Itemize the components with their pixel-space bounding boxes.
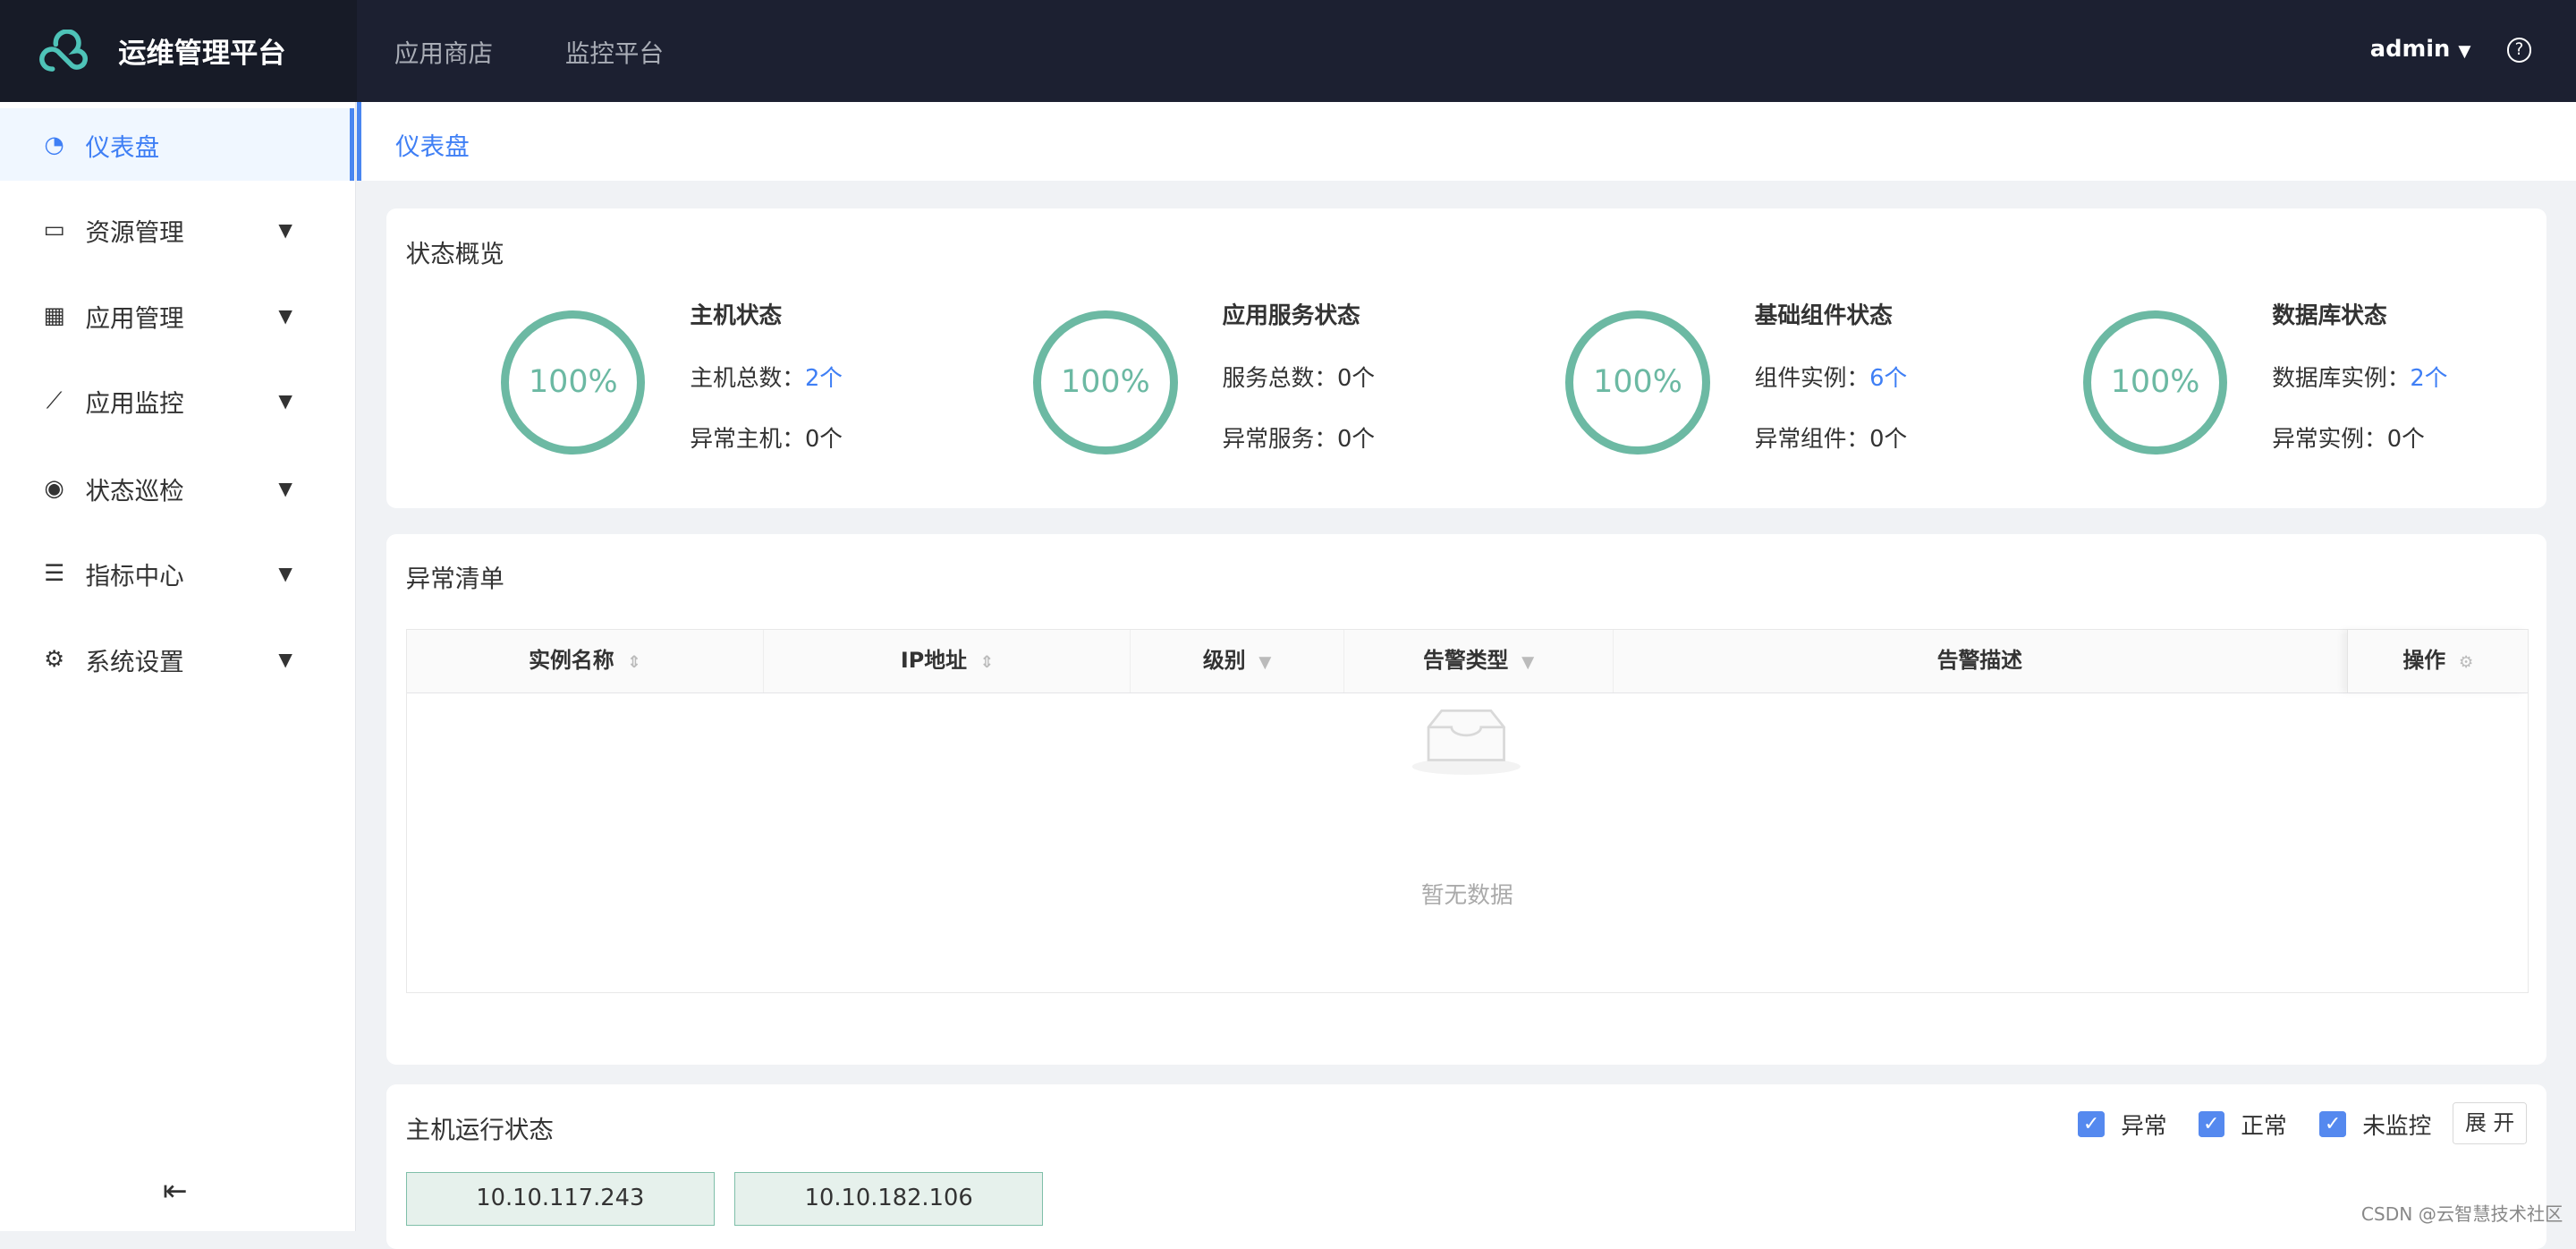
checkbox-checked-icon: ✓ <box>2078 1111 2104 1137</box>
settings-icon[interactable]: ⚙ <box>2459 653 2473 672</box>
status-ring: 100% <box>2083 310 2227 455</box>
card-title: 主机运行状态 <box>406 1109 554 1145</box>
filter-normal-checkbox[interactable]: ✓正常 <box>2199 1108 2287 1141</box>
grid-icon: ▦ <box>41 302 67 329</box>
breadcrumb-dashboard[interactable]: 仪表盘 <box>395 126 470 162</box>
sidebar-item-settings[interactable]: ⚙ 系统设置 ▼ <box>0 623 355 695</box>
empty-inbox-icon <box>1409 704 1524 777</box>
sidebar-item-label: 应用监控 <box>85 383 183 419</box>
caret-down-icon: ▼ <box>2458 42 2470 61</box>
stat-total: 服务总数：0个 <box>1223 360 1376 393</box>
user-menu[interactable]: admin ▼ <box>2370 36 2471 63</box>
expand-button[interactable]: 展 开 <box>2453 1102 2527 1143</box>
list-icon: ☰ <box>41 560 67 587</box>
caret-down-icon: ▼ <box>278 563 292 584</box>
status-overview-card: 状态概览 100% 主机状态 主机总数：2个 异常主机：0个 100% 应用服务状… <box>386 208 2546 507</box>
stat-total: 组件实例：6个 <box>1755 360 1908 393</box>
status-ring: 100% <box>1565 310 1709 455</box>
top-bar: 运维管理平台 应用商店 监控平台 admin ▼ ? <box>0 0 2576 102</box>
host-ip-tile[interactable]: 10.10.117.243 <box>406 1172 715 1227</box>
username: admin <box>2370 36 2451 63</box>
app-title: 运维管理平台 <box>118 30 285 71</box>
stat-abnormal: 异常实例：0个 <box>2272 421 2425 454</box>
monitor-icon: ▭ <box>41 217 67 243</box>
sidebar-item-label: 指标中心 <box>85 556 183 591</box>
stat-abnormal: 异常服务：0个 <box>1223 421 1376 454</box>
status-ring: 100% <box>1033 310 1177 455</box>
sidebar-item-label: 仪表盘 <box>85 127 159 163</box>
cloud-logo-icon <box>39 30 95 72</box>
stat-abnormal: 异常组件：0个 <box>1755 421 1908 454</box>
nav-monitor-platform[interactable]: 监控平台 <box>565 33 664 69</box>
col-level[interactable]: 级别▼ <box>1131 630 1344 692</box>
eye-icon: ◉ <box>41 475 67 502</box>
chart-icon: ⟋ <box>41 387 67 415</box>
stat-total-value[interactable]: 2个 <box>805 365 843 392</box>
sidebar-item-resources[interactable]: ▭ 资源管理 ▼ <box>0 194 355 267</box>
caret-down-icon: ▼ <box>278 478 292 499</box>
sidebar-item-label: 状态巡检 <box>85 471 183 506</box>
empty-text: 暂无数据 <box>1421 882 1513 909</box>
empty-state: 暂无数据 <box>407 877 2528 910</box>
sidebar-item-label: 应用管理 <box>85 298 183 334</box>
collapse-sidebar-icon[interactable]: ⇤ <box>163 1173 188 1208</box>
filter-icon[interactable]: ▼ <box>1258 653 1271 672</box>
col-instance-name[interactable]: 实例名称⇕ <box>407 630 765 692</box>
col-ip[interactable]: IP地址⇕ <box>765 630 1131 692</box>
status-ring: 100% <box>501 310 645 455</box>
filter-abnormal-checkbox[interactable]: ✓异常 <box>2078 1108 2166 1141</box>
card-title: 异常清单 <box>406 558 504 594</box>
logo[interactable]: 运维管理平台 <box>0 0 357 102</box>
caret-down-icon: ▼ <box>278 219 292 241</box>
gear-icon: ⚙ <box>41 646 67 673</box>
col-actions: 操作⚙ <box>2347 630 2529 692</box>
stat-title: 基础组件状态 <box>1755 297 1893 330</box>
col-alert-desc: 告警描述 <box>1614 630 2345 692</box>
sidebar-item-dashboard[interactable]: ◔ 仪表盘 <box>0 108 354 181</box>
stat-title: 主机状态 <box>690 297 782 330</box>
stat-abnormal-value: 0个 <box>1869 426 1907 453</box>
stat-title: 数据库状态 <box>2272 297 2387 330</box>
anomaly-list-card: 异常清单 实例名称⇕ IP地址⇕ 级别▼ 告警类型▼ 告警描述 操作⚙ 暂无数据 <box>386 534 2546 1065</box>
stat-abnormal-value: 0个 <box>805 426 843 453</box>
stat-abnormal-value: 0个 <box>1337 426 1375 453</box>
sidebar-item-metrics[interactable]: ☰ 指标中心 ▼ <box>0 538 355 610</box>
watermark: CSDN @云智慧技术社区 <box>2361 1200 2563 1226</box>
sort-icon[interactable]: ⇕ <box>627 653 640 672</box>
filter-unmonitored-checkbox[interactable]: ✓未监控 <box>2319 1108 2431 1141</box>
stat-title: 应用服务状态 <box>1223 297 1360 330</box>
checkbox-checked-icon: ✓ <box>2319 1111 2345 1137</box>
sidebar-item-app-monitor[interactable]: ⟋ 应用监控 ▼ <box>0 365 355 438</box>
sidebar-item-apps[interactable]: ▦ 应用管理 ▼ <box>0 279 355 352</box>
dashboard-icon: ◔ <box>41 132 67 158</box>
host-status-card: 主机运行状态 ✓异常 ✓正常 ✓未监控 展 开 10.10.117.243 10… <box>386 1084 2546 1249</box>
host-ip-tile[interactable]: 10.10.182.106 <box>734 1172 1043 1227</box>
caret-down-icon: ▼ <box>278 390 292 412</box>
sidebar-item-label: 资源管理 <box>85 212 183 248</box>
stat-abnormal-value: 0个 <box>2387 426 2425 453</box>
sidebar-item-inspection[interactable]: ◉ 状态巡检 ▼ <box>0 452 355 524</box>
card-title: 状态概览 <box>406 234 504 269</box>
breadcrumb: 仪表盘 <box>357 102 2576 181</box>
filter-icon[interactable]: ▼ <box>1521 653 1534 672</box>
stat-total-value[interactable]: 2个 <box>2410 365 2447 392</box>
sidebar: ◔仪表盘 ▭资源管理▼ ▦应用管理▼ ⟋应用监控▼ ◉状态巡检▼ ☰指标中心▼ … <box>0 102 356 1231</box>
help-icon[interactable]: ? <box>2507 38 2532 63</box>
caret-down-icon: ▼ <box>278 305 292 327</box>
stat-total: 数据库实例：2个 <box>2272 360 2447 393</box>
table-header: 实例名称⇕ IP地址⇕ 级别▼ 告警类型▼ 告警描述 操作⚙ <box>407 630 2528 693</box>
stat-total: 主机总数：2个 <box>690 360 843 393</box>
stat-abnormal: 异常主机：0个 <box>690 421 843 454</box>
nav-app-store[interactable]: 应用商店 <box>394 33 493 69</box>
anomaly-table: 实例名称⇕ IP地址⇕ 级别▼ 告警类型▼ 告警描述 操作⚙ 暂无数据 <box>406 629 2529 992</box>
checkbox-checked-icon: ✓ <box>2199 1111 2224 1137</box>
caret-down-icon: ▼ <box>278 649 292 670</box>
sort-icon[interactable]: ⇕ <box>980 653 994 672</box>
col-alert-type[interactable]: 告警类型▼ <box>1344 630 1613 692</box>
stat-total-value[interactable]: 6个 <box>1869 365 1907 392</box>
stat-total-value: 0个 <box>1337 365 1375 392</box>
sidebar-item-label: 系统设置 <box>85 641 183 677</box>
